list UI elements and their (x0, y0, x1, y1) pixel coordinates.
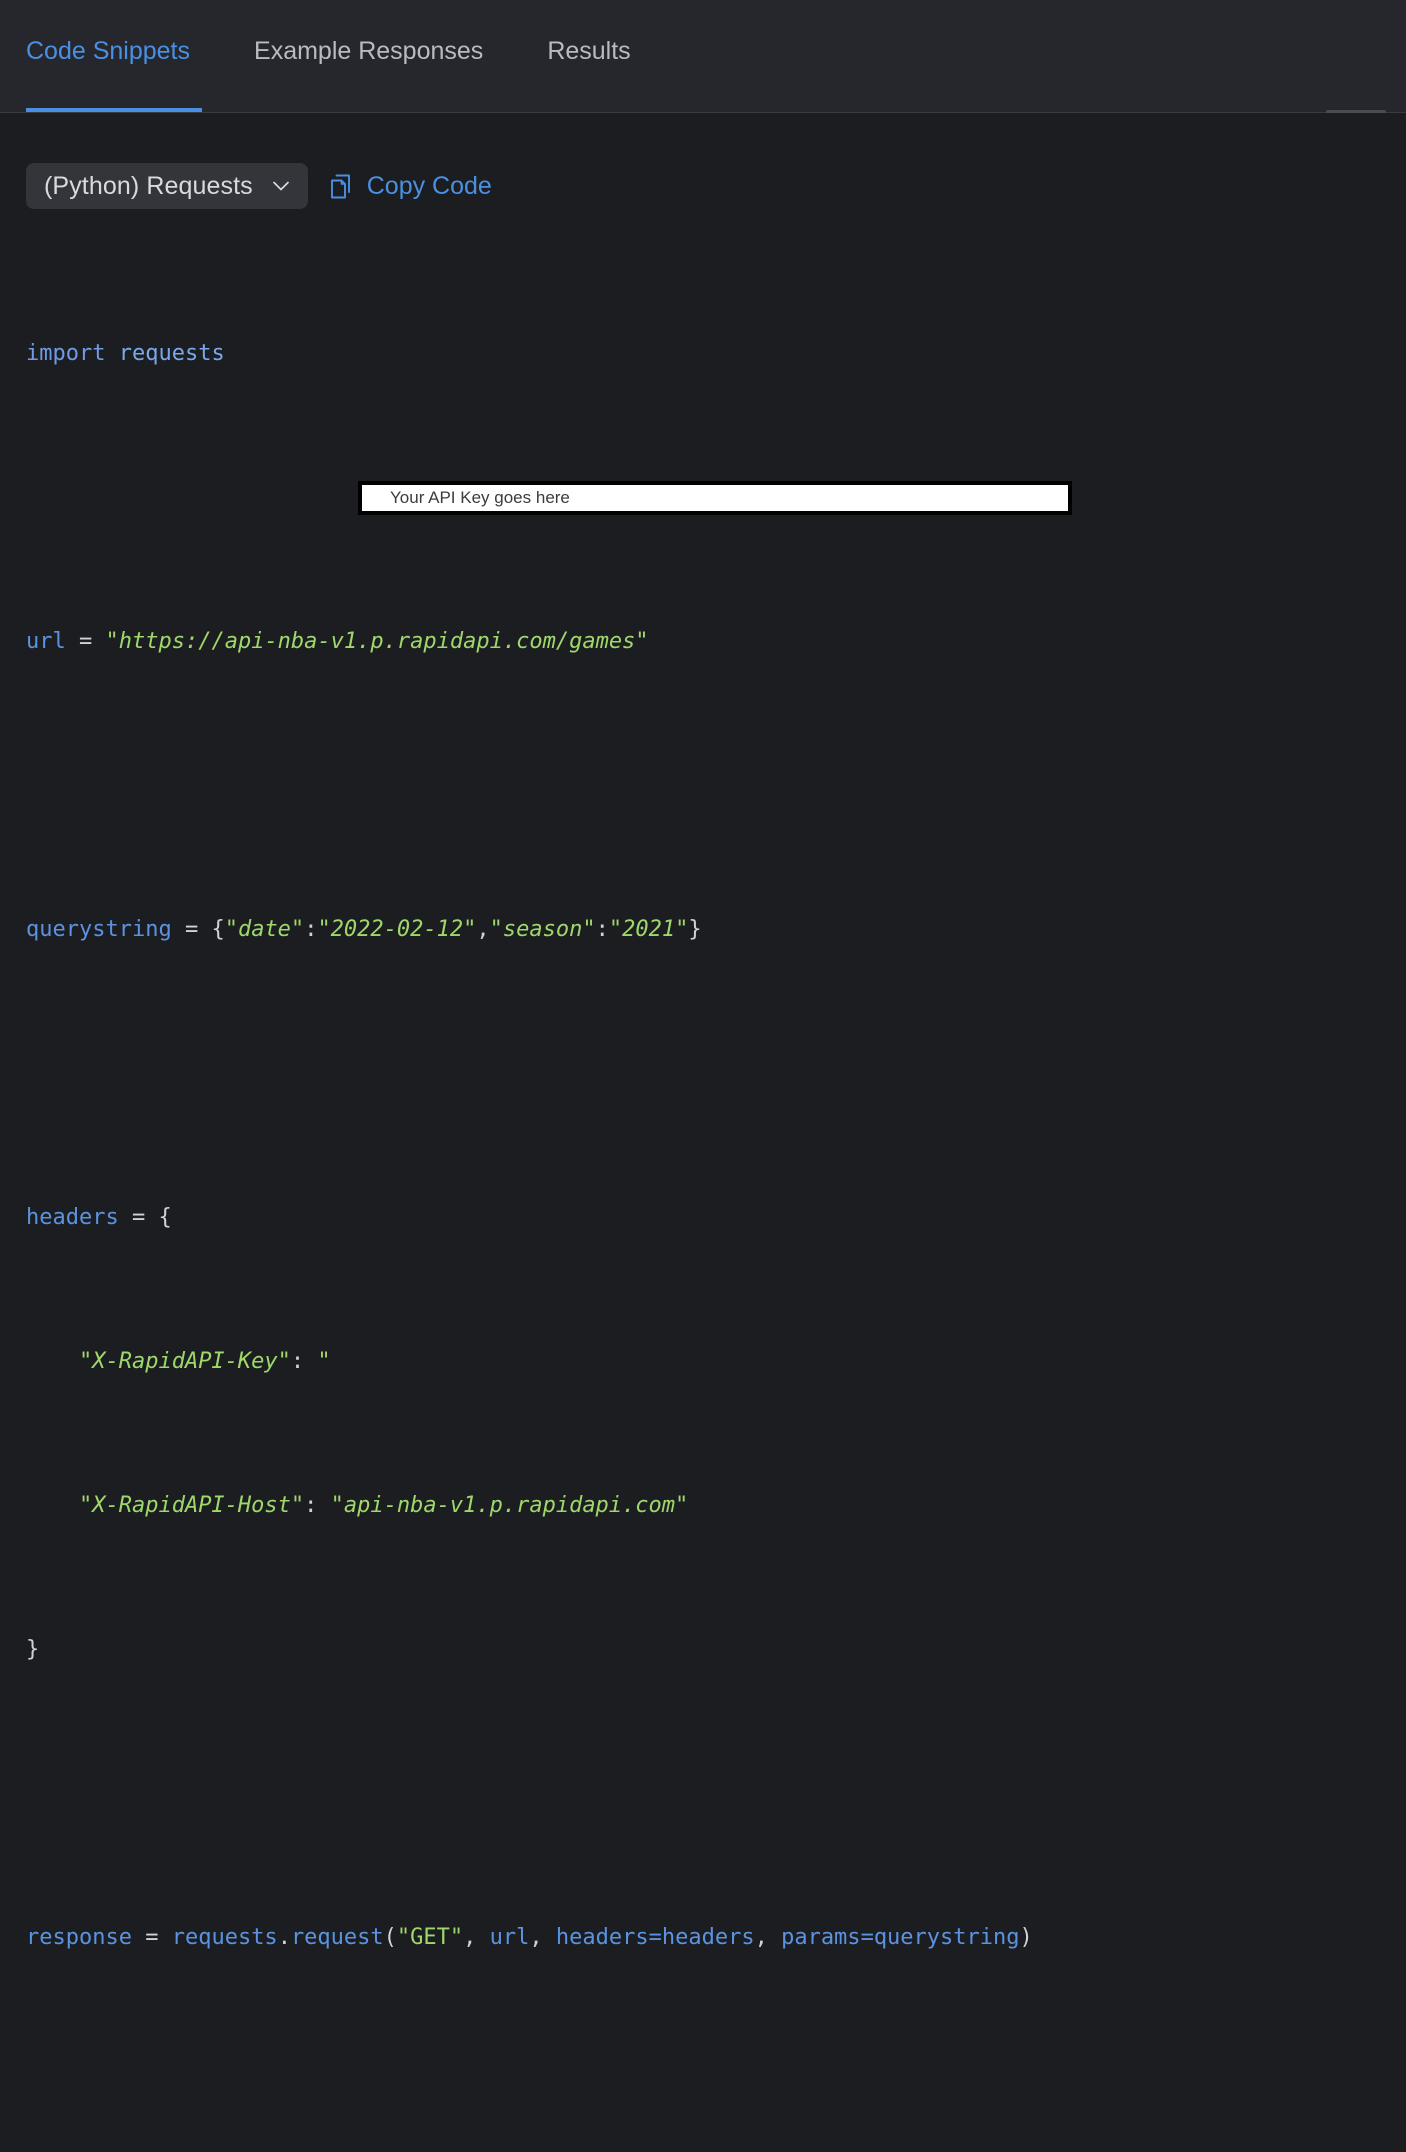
token-eq-headers: = (648, 1925, 662, 1950)
copy-code-label: Copy Code (366, 171, 492, 200)
code-line-blank-3 (26, 1056, 1366, 1092)
token-key-rapidapi-host: "X-RapidAPI-Host" (78, 1493, 305, 1518)
token-brace-open-headers: { (158, 1205, 172, 1230)
token-assign-2: = (171, 917, 212, 942)
tab-list: Code Snippets Example Responses Results (26, 36, 695, 66)
snippet-toolbar: (Python) Requests Copy Code (26, 163, 492, 209)
language-select[interactable]: (Python) Requests (26, 163, 308, 209)
token-brace-close-headers: } (26, 1637, 40, 1662)
token-assign-4: = (131, 1925, 172, 1950)
api-key-field-wrapper[interactable] (358, 481, 1072, 515)
copy-icon (328, 173, 353, 200)
code-line-querystring: querystring = {"date":"2022-02-12","seas… (26, 912, 1366, 948)
token-value-rapidapi-host: "api-nba-v1.p.rapidapi.com" (330, 1493, 689, 1518)
token-colon-date: : (304, 917, 318, 942)
code-line-response: response = requests.request("GET", url, … (26, 1920, 1366, 1956)
token-comma-2: , (529, 1925, 556, 1950)
token-import-keyword: import (26, 341, 106, 366)
token-comma-1: , (463, 1925, 490, 1950)
token-key-rapidapi-key: "X-RapidAPI-Key" (78, 1349, 291, 1374)
token-key-date: "date" (224, 917, 305, 942)
token-colon-rapidapi-host: : (304, 1493, 331, 1518)
token-paren-open-1: ( (383, 1925, 397, 1950)
token-response-var: response (26, 1925, 132, 1950)
token-comma-3: , (754, 1925, 782, 1950)
code-line-blank-5 (26, 2064, 1366, 2100)
tab-bar: Code Snippets Example Responses Results (0, 0, 1406, 113)
code-snippets-panel: Code Snippets Example Responses Results … (0, 0, 1406, 1950)
token-paren-close-1: ) (1019, 1925, 1033, 1950)
token-quote-open-apikey: " (317, 1349, 331, 1374)
code-line-url: url = "https://api-nba-v1.p.rapidapi.com… (26, 624, 1366, 660)
tab-results[interactable]: Results (547, 36, 630, 66)
tab-code-snippets[interactable]: Code Snippets (26, 36, 190, 66)
token-colon-rapidapi-key: : (290, 1349, 318, 1374)
token-brace-open-qs: { (211, 917, 225, 942)
code-line-headers-open: headers = { (26, 1200, 1366, 1236)
code-line-headers-close: } (26, 1632, 1366, 1668)
code-line-apikey-header: "X-RapidAPI-Key": " (26, 1344, 1366, 1380)
token-indent-1 (26, 1349, 79, 1374)
token-headers-var: headers (26, 1205, 119, 1230)
code-line-host-header: "X-RapidAPI-Host": "api-nba-v1.p.rapidap… (26, 1488, 1366, 1524)
token-url-string: "https://api-nba-v1.p.rapidapi.com/games… (105, 629, 649, 654)
token-assign-3: = (118, 1205, 159, 1230)
code-line-blank-2 (26, 768, 1366, 804)
token-url-var: url (26, 629, 66, 654)
copy-code-button[interactable]: Copy Code (328, 172, 492, 201)
token-kwarg-params: params (781, 1925, 861, 1950)
code-line-import: import requests (26, 336, 1366, 372)
chevron-down-icon (271, 176, 291, 196)
token-value-date: "2022-02-12" (317, 917, 477, 942)
token-requests-module: requests (171, 1925, 278, 1950)
token-arg-url: url (489, 1925, 530, 1950)
token-brace-close-qs: } (688, 917, 702, 942)
tab-example-responses[interactable]: Example Responses (254, 36, 483, 66)
tab-bar-divider (0, 112, 1406, 113)
token-querystring-var: querystring (26, 917, 172, 942)
code-block: import requests url = "https://api-nba-v… (26, 228, 1366, 2152)
token-colon-season: : (595, 917, 609, 942)
code-line-blank-4 (26, 1776, 1366, 1812)
token-comma-qs: , (476, 917, 490, 942)
token-value-season: "2021" (608, 917, 689, 942)
token-request-method: request (290, 1925, 384, 1950)
token-val-querystring: querystring (873, 1925, 1020, 1950)
token-kwarg-headers: headers (555, 1925, 649, 1950)
api-key-input[interactable] (390, 485, 1068, 511)
token-val-headers: headers (661, 1925, 755, 1950)
language-select-label: (Python) Requests (44, 171, 253, 200)
token-key-season: "season" (489, 917, 596, 942)
token-eq-params: = (860, 1925, 874, 1950)
token-module-requests: requests (105, 341, 225, 366)
horizontal-scrollbar-thumb[interactable] (1326, 110, 1386, 113)
token-assign-1: = (65, 629, 106, 654)
token-http-method: "GET" (396, 1925, 464, 1950)
token-indent-2 (26, 1493, 79, 1518)
token-dot-1: . (277, 1925, 291, 1950)
